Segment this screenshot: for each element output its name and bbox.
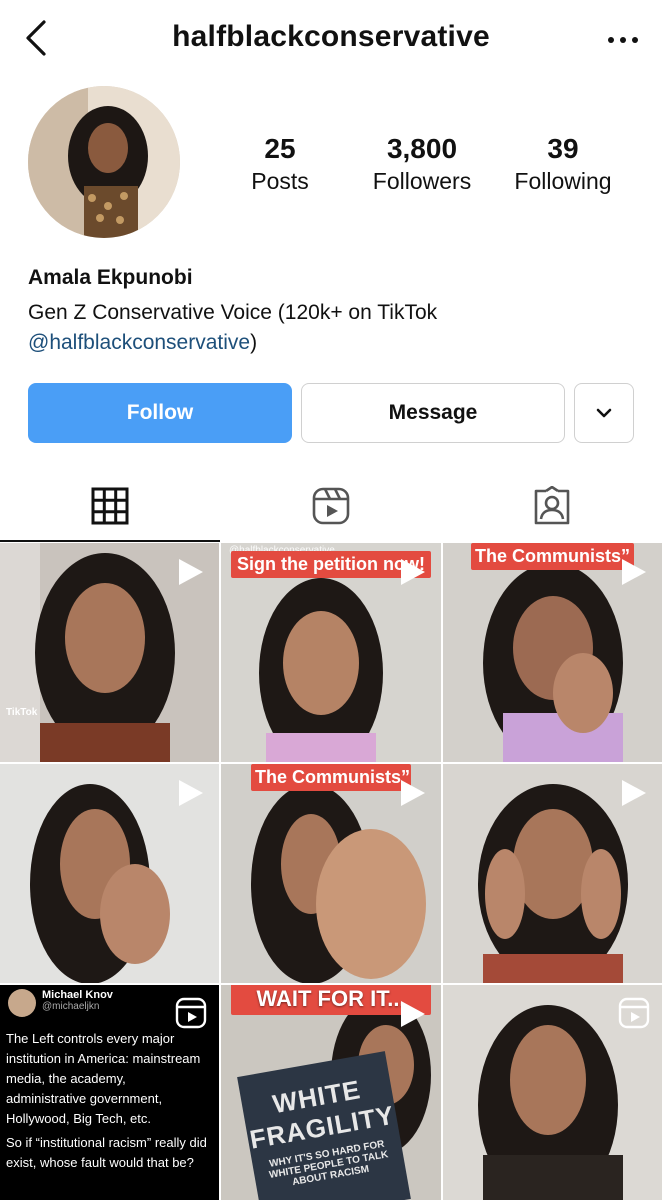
- profile-avatar[interactable]: [28, 86, 180, 238]
- stat-followers[interactable]: 3,800 Followers: [352, 132, 492, 196]
- reels-icon: [175, 997, 207, 1029]
- more-options-icon[interactable]: [606, 28, 640, 52]
- tweet-text-2: So if “institutional racism” really did …: [6, 1135, 207, 1170]
- video-play-icon: [179, 780, 203, 806]
- bio-line-1: Gen Z Conservative Voice (120k+ on TikTo…: [28, 301, 438, 324]
- profile-username: halfblackconservative: [172, 20, 490, 53]
- stat-posts[interactable]: 25 Posts: [210, 132, 350, 196]
- tweet-handle: @michaeljkn: [42, 1001, 100, 1012]
- tagged-person-icon: [534, 486, 570, 525]
- bio-mention-link[interactable]: @halfblackconservative: [28, 331, 250, 354]
- grid-post[interactable]: @halfblackconservative Sign the petition…: [221, 543, 441, 762]
- video-play-icon: [622, 780, 646, 806]
- video-play-icon: [622, 559, 646, 585]
- stat-following-label: Following: [514, 168, 612, 194]
- follow-button[interactable]: Follow: [28, 383, 292, 443]
- top-bar: halfblackconservative: [0, 0, 662, 80]
- back-chevron-icon[interactable]: [22, 18, 52, 58]
- chevron-down-icon: [596, 408, 612, 418]
- grid-post[interactable]: [443, 985, 662, 1200]
- profile-display-name: Amala Ekpunobi: [28, 266, 193, 289]
- grid-post[interactable]: WAIT FOR IT... WHITE FRAGILITY WHY IT'S …: [221, 985, 441, 1200]
- stat-following[interactable]: 39 Following: [493, 132, 633, 196]
- suggested-accounts-button[interactable]: [574, 383, 634, 443]
- stat-posts-value: 25: [264, 133, 296, 164]
- tab-grid[interactable]: [0, 470, 220, 542]
- post-caption-banner: The Communists”: [471, 543, 634, 570]
- profile-tabs: [0, 470, 662, 542]
- video-play-icon: [179, 559, 203, 585]
- grid-post[interactable]: The Communists”: [443, 543, 662, 762]
- tweet-text-1: The Left controls every major institutio…: [6, 1031, 201, 1126]
- profile-bio: Gen Z Conservative Voice (120k+ on TikTo…: [28, 298, 628, 358]
- stat-followers-value: 3,800: [386, 133, 458, 164]
- grid-post[interactable]: [0, 764, 219, 983]
- bio-close-paren: ): [250, 331, 258, 354]
- video-play-icon: [401, 559, 425, 585]
- book-cover: WHITE FRAGILITY WHY IT'S SO HARD FOR WHI…: [237, 1051, 411, 1200]
- video-play-icon: [401, 780, 425, 806]
- grid-post[interactable]: Michael Knov @michaeljkn The Left contro…: [0, 985, 219, 1200]
- bio-line-2: @halfblackconservative): [28, 328, 628, 358]
- reels-icon: [618, 997, 650, 1029]
- tweet-author: Michael Knov: [42, 989, 113, 1001]
- active-tab-indicator: [0, 540, 220, 542]
- stat-followers-label: Followers: [372, 168, 472, 194]
- reels-icon: [312, 487, 350, 525]
- tiktok-watermark: TikTok: [6, 707, 38, 718]
- posts-grid: TikTok @halfblackconservative Sign the p…: [0, 543, 662, 1200]
- message-button[interactable]: Message: [301, 383, 565, 443]
- post-caption-banner: The Communists”: [251, 764, 411, 791]
- grid-post[interactable]: The Communists”: [221, 764, 441, 983]
- stat-posts-label: Posts: [251, 168, 309, 194]
- video-play-icon: [401, 1001, 425, 1027]
- stat-following-value: 39: [547, 133, 579, 164]
- grid-icon: [91, 487, 129, 525]
- grid-post[interactable]: [443, 764, 662, 983]
- grid-post[interactable]: TikTok: [0, 543, 219, 762]
- tab-reels[interactable]: [221, 470, 441, 542]
- tab-tagged[interactable]: [442, 470, 662, 542]
- tweet-avatar: [8, 989, 36, 1017]
